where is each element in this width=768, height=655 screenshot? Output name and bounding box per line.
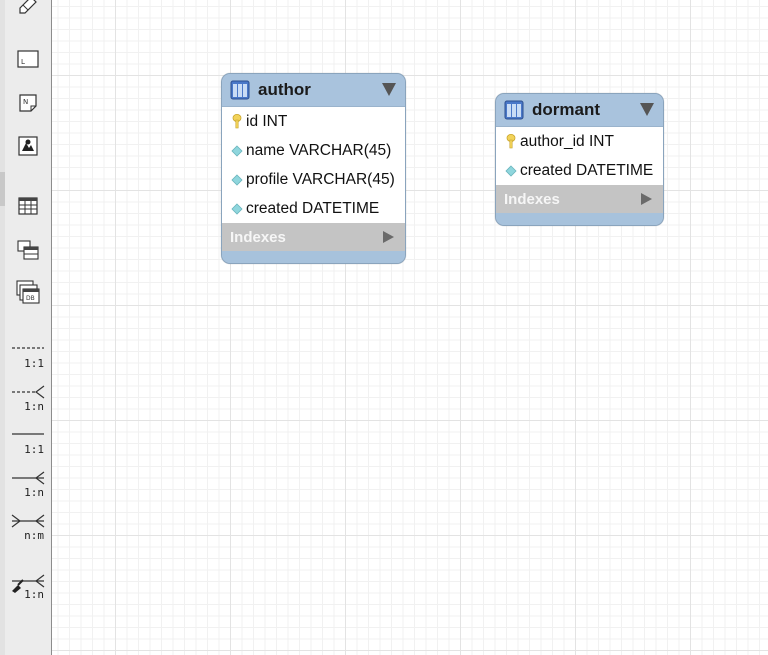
column-diamond-icon	[504, 164, 518, 178]
relationship-1-1-identifying-tool[interactable]: 1:1	[10, 428, 46, 456]
svg-text:N: N	[23, 98, 28, 106]
primary-key-icon	[504, 134, 518, 149]
table-title: author	[258, 80, 311, 99]
column-list: id INT name VARCHAR(45) profile VARCHAR(…	[222, 107, 405, 223]
table-dormant[interactable]: dormant author_id INT created DATETIME I…	[495, 93, 664, 226]
collapse-arrow-icon[interactable]	[640, 103, 654, 116]
relationship-label: 1:n	[24, 486, 44, 499]
note-tool-icon[interactable]: N	[14, 90, 42, 116]
column-name: name VARCHAR(45)	[246, 141, 392, 159]
column-name: created DATETIME	[246, 199, 380, 217]
column-name: id INT	[246, 112, 288, 130]
table-tool-icon[interactable]	[14, 193, 42, 219]
table-title: dormant	[532, 100, 600, 119]
indexes-label: Indexes	[230, 228, 286, 246]
relationship-label: 1:n	[24, 588, 44, 601]
table-footer	[222, 251, 405, 263]
column-diamond-icon	[230, 202, 244, 216]
svg-text:L: L	[21, 58, 25, 66]
table-header[interactable]: author	[222, 74, 405, 107]
column-row[interactable]: profile VARCHAR(45)	[222, 165, 405, 194]
expand-arrow-icon[interactable]	[641, 193, 652, 205]
collapse-arrow-icon[interactable]	[382, 83, 396, 96]
relationship-label: 1:1	[24, 357, 44, 370]
relationship-1-n-identifying-tool[interactable]: 1:n	[10, 471, 46, 499]
table-icon	[504, 100, 524, 120]
column-row[interactable]: created DATETIME	[222, 194, 405, 223]
indexes-section[interactable]: Indexes	[496, 185, 663, 213]
relationship-label: n:m	[24, 529, 44, 542]
column-list: author_id INT created DATETIME	[496, 127, 663, 185]
column-diamond-icon	[230, 144, 244, 158]
column-name: profile VARCHAR(45)	[246, 170, 395, 188]
eraser-tool-icon[interactable]	[14, 0, 42, 17]
column-row[interactable]: author_id INT	[496, 127, 663, 156]
image-tool-icon[interactable]	[14, 133, 42, 159]
indexes-label: Indexes	[504, 190, 560, 208]
routine-group-tool-icon[interactable]: DB	[14, 279, 42, 305]
layer-tool-icon[interactable]: L	[14, 46, 42, 72]
relationship-label: 1:1	[24, 443, 44, 456]
relationship-n-m-tool[interactable]: n:m	[10, 514, 46, 542]
column-row[interactable]: created DATETIME	[496, 156, 663, 185]
expand-arrow-icon[interactable]	[383, 231, 394, 243]
column-name: author_id INT	[520, 132, 614, 150]
column-row[interactable]: name VARCHAR(45)	[222, 136, 405, 165]
toolbar-splitter[interactable]	[0, 172, 5, 206]
table-header[interactable]: dormant	[496, 94, 663, 127]
table-icon	[230, 80, 250, 100]
toolbar-edge	[0, 0, 5, 655]
relationship-1-n-nonidentifying-tool[interactable]: 1:n	[10, 385, 46, 413]
table-footer	[496, 213, 663, 225]
relationship-1-1-nonidentifying-tool[interactable]: 1:1	[10, 342, 46, 370]
relationship-label: 1:n	[24, 400, 44, 413]
relationship-existing-columns-tool[interactable]: 1:n	[10, 573, 46, 601]
view-tool-icon[interactable]	[14, 237, 42, 263]
column-row[interactable]: id INT	[222, 107, 405, 136]
primary-key-icon	[230, 114, 244, 129]
indexes-section[interactable]: Indexes	[222, 223, 405, 251]
svg-text:DB: DB	[26, 295, 35, 302]
table-author[interactable]: author id INT name VARCHAR(45) profile V…	[221, 73, 406, 264]
column-diamond-icon	[230, 173, 244, 187]
model-toolbar: L N DB 1:1 1:n 1:1 1:n n:m 1:n	[0, 0, 52, 655]
column-name: created DATETIME	[520, 161, 654, 179]
